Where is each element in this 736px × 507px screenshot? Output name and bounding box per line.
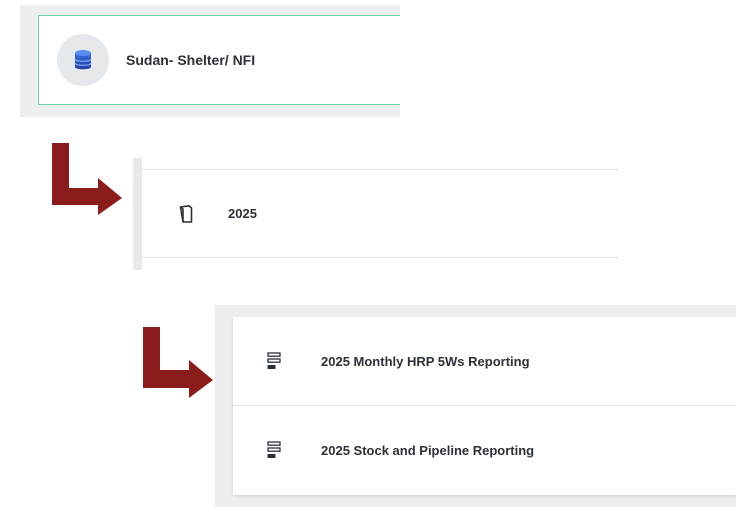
arrow-icon (52, 143, 122, 215)
forms-panel: 2025 Monthly HRP 5Ws Reporting 2025 Stoc… (215, 305, 736, 507)
forms-list: 2025 Monthly HRP 5Ws Reporting 2025 Stoc… (233, 317, 736, 495)
folder-row-2025[interactable]: 2025 (142, 170, 619, 257)
form-row[interactable]: 2025 Stock and Pipeline Reporting (233, 406, 736, 494)
divider (142, 257, 619, 258)
form-name: 2025 Stock and Pipeline Reporting (321, 442, 535, 458)
database-icon (57, 34, 109, 86)
form-icon (266, 351, 282, 371)
database-card[interactable]: Sudan- Shelter/ NFI (38, 15, 400, 105)
screenshot-stage: Sudan- Shelter/ NFI 2025 2025 Monthly HR… (0, 0, 736, 507)
indent-bar (133, 158, 142, 270)
database-panel: Sudan- Shelter/ NFI (20, 5, 400, 117)
folder-panel: 2025 (133, 158, 619, 270)
folder-name: 2025 (228, 206, 257, 221)
form-row[interactable]: 2025 Monthly HRP 5Ws Reporting (233, 317, 736, 405)
folder-icon (178, 204, 194, 224)
database-name: Sudan- Shelter/ NFI (126, 52, 256, 68)
arrow-icon (143, 327, 213, 398)
form-icon (266, 440, 282, 460)
form-name: 2025 Monthly HRP 5Ws Reporting (321, 353, 530, 369)
